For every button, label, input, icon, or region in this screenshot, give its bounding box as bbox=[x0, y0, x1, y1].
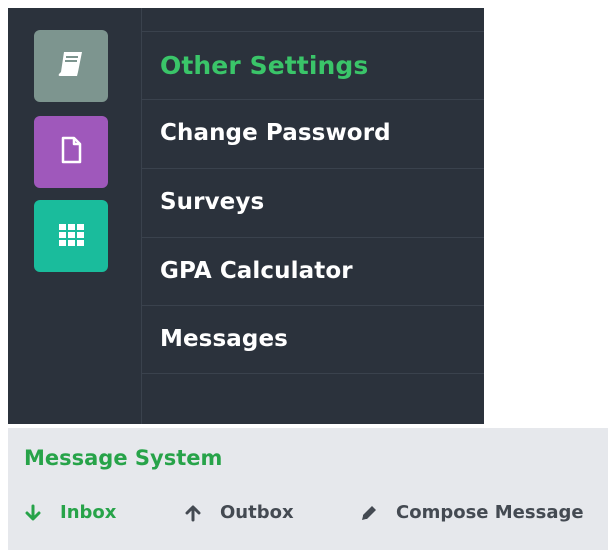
tab-compose-message-label: Compose Message bbox=[396, 502, 584, 523]
menu-item-label: Messages bbox=[160, 326, 288, 352]
menu-item-label: Surveys bbox=[160, 189, 265, 215]
pencil-icon bbox=[360, 504, 378, 522]
document-app-button[interactable] bbox=[34, 116, 108, 188]
menu-item-surveys[interactable]: Surveys bbox=[142, 168, 484, 235]
grid-icon bbox=[55, 218, 87, 254]
tab-outbox[interactable]: Outbox bbox=[184, 502, 294, 523]
arrow-down-icon bbox=[24, 504, 42, 522]
menu-item-gpa-calculator[interactable]: GPA Calculator bbox=[142, 237, 484, 304]
app-icon-bar bbox=[8, 8, 142, 424]
menu-item-label: Other Settings bbox=[160, 50, 369, 80]
arrow-up-icon bbox=[184, 504, 202, 522]
menu-item-other-settings[interactable]: Other Settings bbox=[142, 31, 484, 98]
menu-item-label: GPA Calculator bbox=[160, 258, 353, 284]
message-system-title: Message System bbox=[24, 446, 223, 470]
menu-divider bbox=[142, 373, 484, 374]
menu-item-label: Change Password bbox=[160, 120, 391, 146]
tab-compose-message[interactable]: Compose Message bbox=[360, 502, 584, 523]
grid-app-button[interactable] bbox=[34, 200, 108, 272]
tab-inbox-label: Inbox bbox=[60, 502, 117, 523]
tab-outbox-label: Outbox bbox=[220, 502, 294, 523]
menu-item-messages[interactable]: Messages bbox=[142, 305, 484, 372]
settings-menu: Other Settings Change Password Surveys G… bbox=[142, 8, 484, 424]
tab-inbox[interactable]: Inbox bbox=[24, 502, 116, 523]
menu-item-change-password[interactable]: Change Password bbox=[142, 99, 484, 166]
navigation-panel: Other Settings Change Password Surveys G… bbox=[8, 8, 484, 424]
message-system-panel: Message System Inbox Outbox Compose Mess… bbox=[8, 428, 608, 550]
book-icon bbox=[55, 48, 87, 84]
book-app-button[interactable] bbox=[34, 30, 108, 102]
document-icon bbox=[55, 134, 87, 170]
